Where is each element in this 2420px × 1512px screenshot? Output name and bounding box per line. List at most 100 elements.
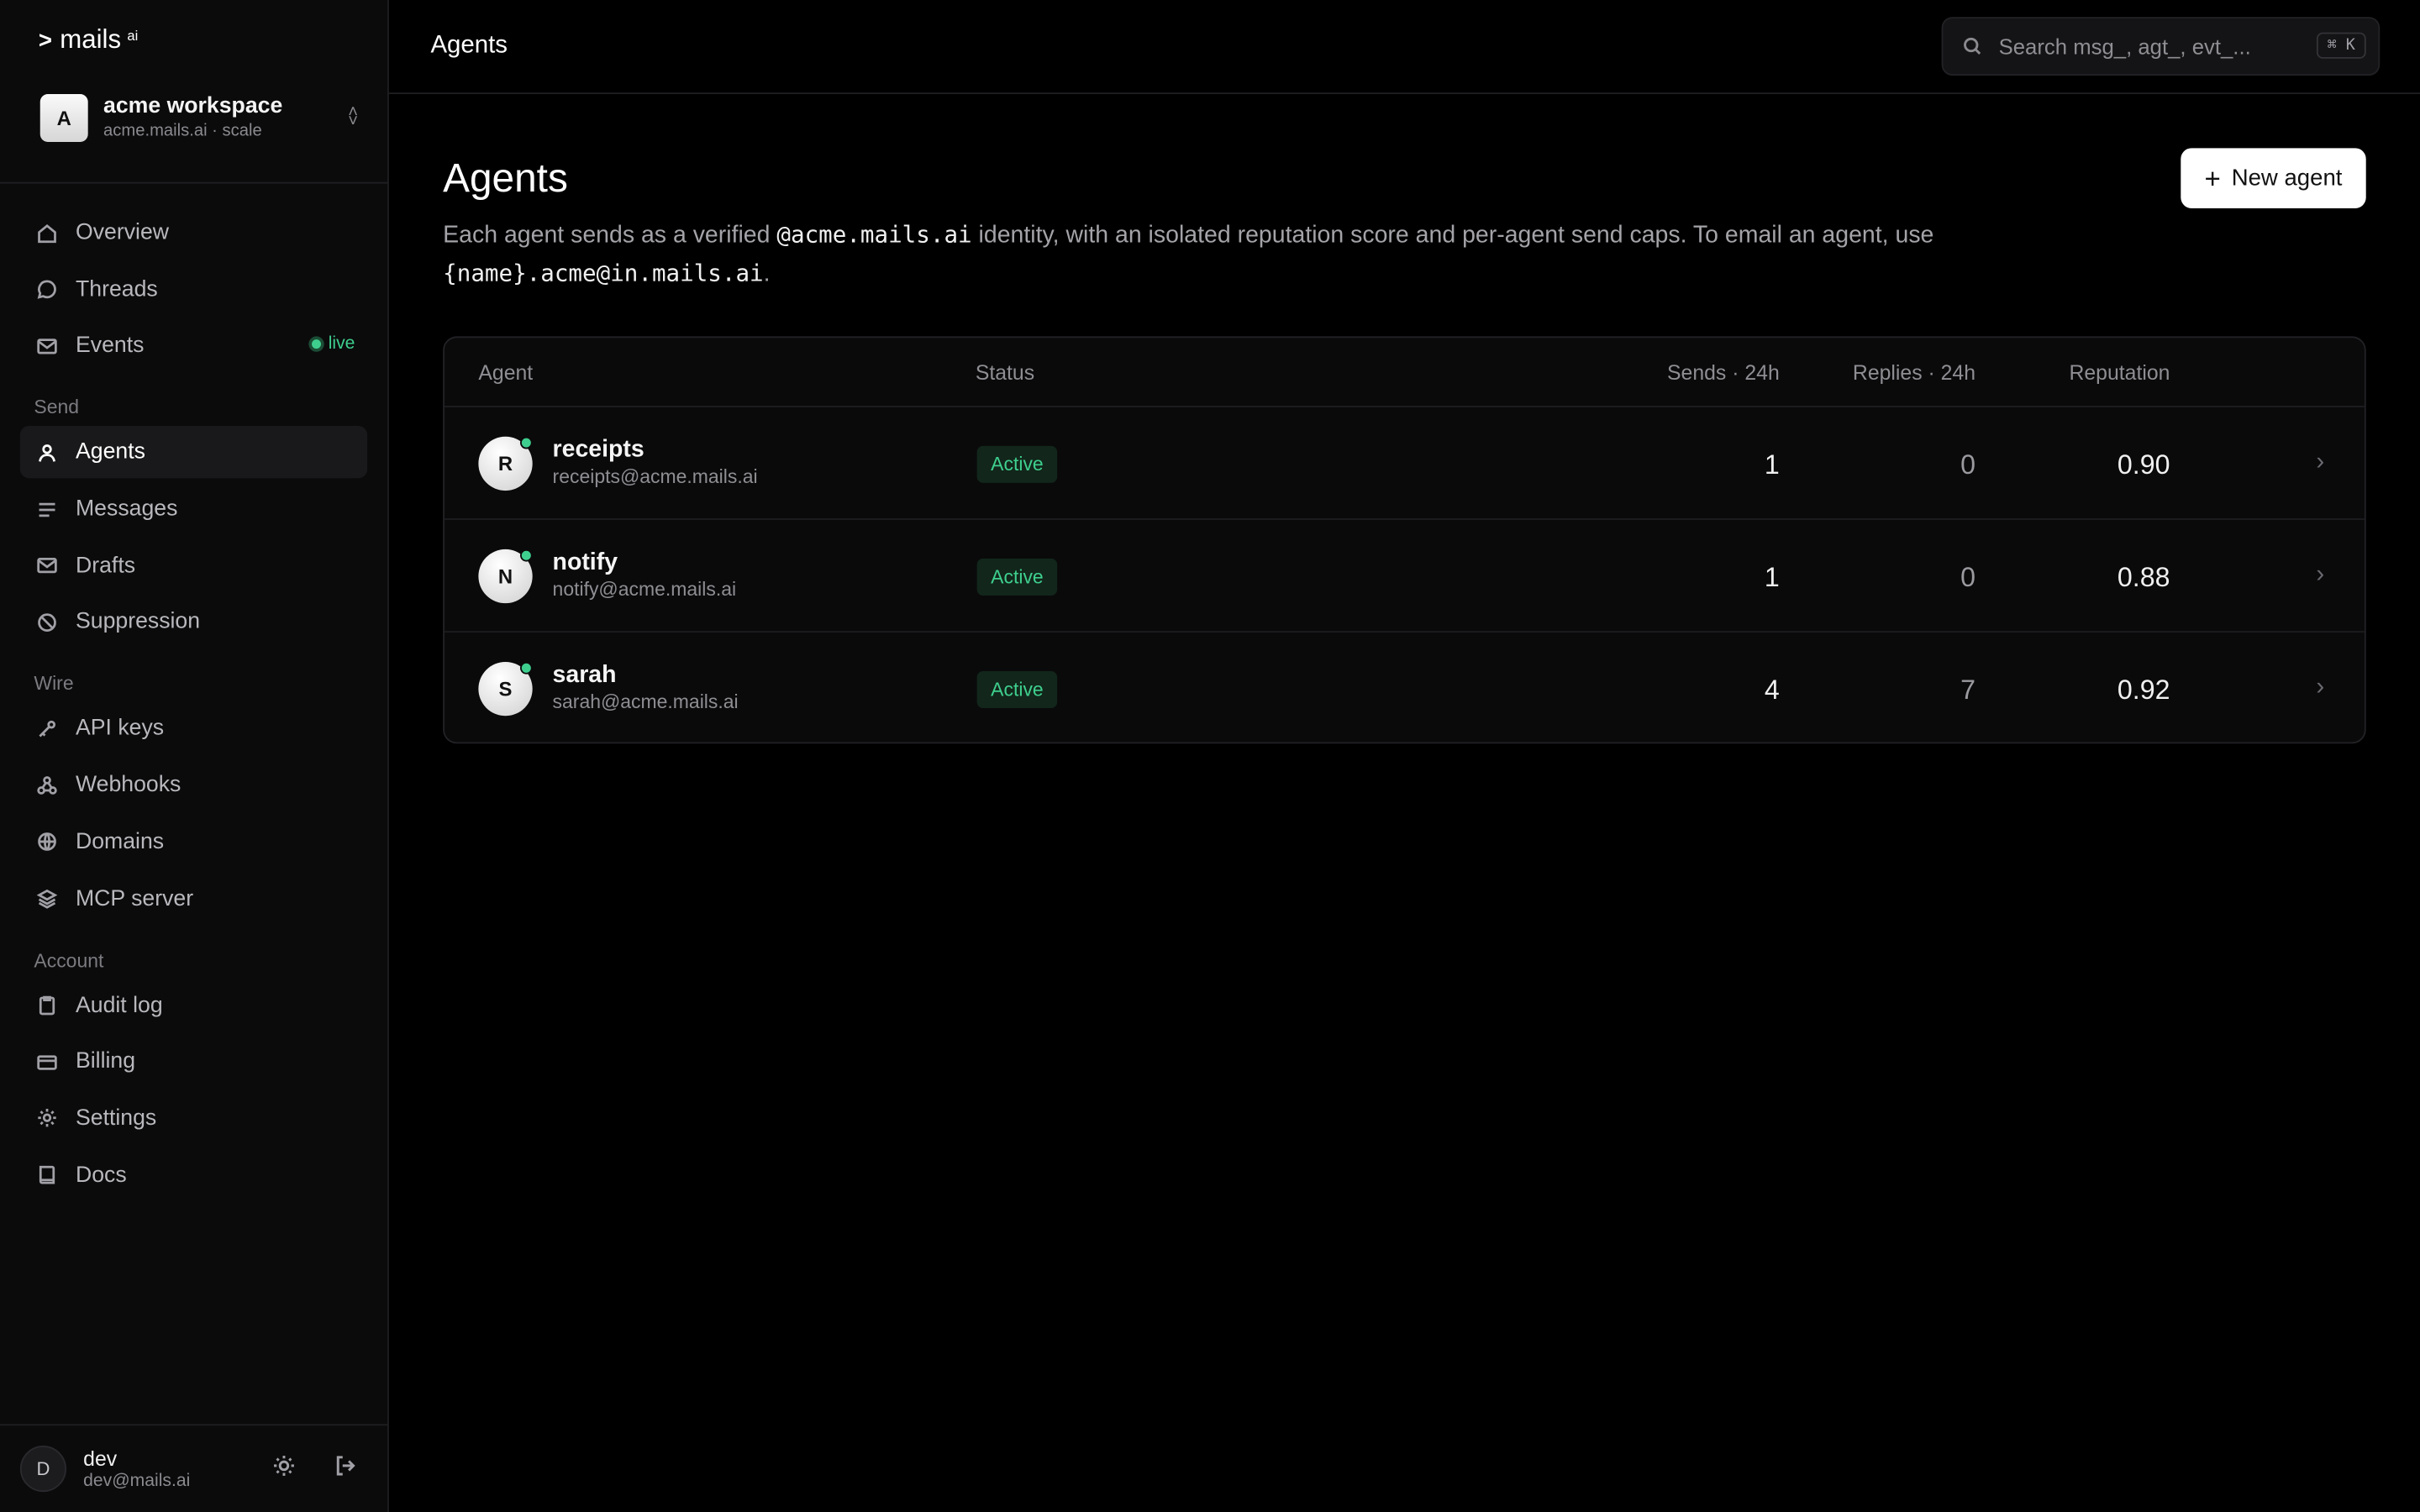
sidebar-item-label: Domains	[76, 829, 165, 855]
sidebar-item-label: Events	[76, 333, 145, 359]
table-row[interactable]: S sarah sarah@acme.mails.ai Active 4 7 0…	[445, 633, 2365, 742]
status-badge: Active	[976, 670, 1058, 709]
agent-email: sarah@acme.mails.ai	[552, 690, 739, 713]
user-name: dev	[83, 1446, 118, 1471]
sidebar-item-threads[interactable]: Threads	[20, 264, 367, 316]
sends-value: 1	[1764, 449, 1780, 480]
sidebar-item-messages[interactable]: Messages	[20, 483, 367, 535]
chat-bubble-icon	[34, 277, 58, 302]
agent-name: sarah	[552, 661, 617, 689]
agent-avatar: R	[478, 436, 533, 491]
credit-card-icon	[34, 1049, 58, 1074]
chevron-right-icon: ›	[2316, 449, 2325, 475]
agent-avatar: S	[478, 661, 533, 717]
mail-icon	[34, 333, 58, 358]
col-sends: Sends · 24h	[1667, 360, 1780, 385]
desc-text-2: identity, with an isolated reputation sc…	[971, 222, 1934, 249]
online-dot-icon	[519, 436, 533, 449]
desc-text-1: Each agent sends as a verified	[443, 222, 777, 249]
desc-code-address: {name}.acme@in.mails.ai	[443, 259, 764, 287]
sends-value: 1	[1764, 561, 1780, 593]
workspace-switcher[interactable]: A acme workspace acme.mails.ai · scale ˄…	[39, 90, 359, 145]
sidebar-item-webhooks[interactable]: Webhooks	[20, 759, 367, 811]
live-label: live	[328, 335, 355, 354]
sidebar-item-label: Drafts	[76, 553, 136, 579]
lines-icon	[34, 497, 58, 522]
reputation-value: 0.88	[2117, 561, 2170, 593]
col-reputation: Reputation	[2069, 360, 2170, 385]
user-icon	[34, 440, 58, 465]
mails-logo[interactable]: > mails ai	[39, 24, 138, 55]
search-icon	[1964, 37, 1981, 55]
logout-icon[interactable]	[334, 1452, 358, 1485]
plus-icon: +	[2204, 162, 2221, 194]
col-agent: Agent	[478, 360, 534, 385]
status-badge: Active	[976, 558, 1058, 596]
replies-value: 7	[1960, 674, 1976, 706]
desc-code-domain: @acme.mails.ai	[776, 220, 972, 249]
table-row[interactable]: R receipts receipts@acme.mails.ai Active…	[444, 407, 2365, 520]
agent-initial: R	[497, 452, 513, 475]
sidebar-item-domains[interactable]: Domains	[20, 816, 367, 868]
section-account: Account	[34, 949, 104, 972]
sidebar-item-billing[interactable]: Billing	[20, 1036, 367, 1088]
topbar-title: Agents	[430, 32, 508, 59]
table-row[interactable]: N notify notify@acme.mails.ai Active 1 0…	[444, 520, 2365, 633]
search-placeholder: Search msg_, agt_, evt_...	[1998, 34, 2251, 59]
sidebar-item-events[interactable]: Events live	[20, 320, 367, 372]
sidebar-item-label: Billing	[76, 1049, 136, 1074]
agent-initial: N	[497, 564, 513, 588]
user-avatar[interactable]: D	[19, 1446, 66, 1493]
sidebar-item-api-keys[interactable]: API keys	[20, 703, 367, 755]
page-title: Agents	[443, 154, 568, 201]
new-agent-label: New agent	[2231, 165, 2343, 192]
sidebar-item-docs[interactable]: Docs	[20, 1149, 367, 1201]
sidebar-item-label: Audit log	[76, 992, 163, 1018]
sidebar-item-overview[interactable]: Overview	[20, 207, 367, 259]
workspace-avatar: A	[39, 93, 88, 142]
agent-email: notify@acme.mails.ai	[552, 578, 737, 601]
sidebar-item-label: Settings	[76, 1105, 157, 1131]
sidebar-item-label: API keys	[76, 717, 165, 742]
replies-value: 0	[1960, 561, 1976, 593]
sidebar-item-drafts[interactable]: Drafts	[20, 539, 367, 591]
reputation-value: 0.92	[2117, 674, 2170, 706]
online-dot-icon	[519, 549, 533, 562]
sidebar-item-label: Agents	[76, 440, 145, 465]
page-description: Each agent sends as a verified @acme.mai…	[443, 216, 2002, 293]
sidebar-item-settings[interactable]: Settings	[20, 1092, 367, 1144]
sidebar-item-audit-log[interactable]: Audit log	[20, 979, 367, 1031]
globe-icon	[34, 830, 58, 854]
agent-email: receipts@acme.mails.ai	[552, 465, 758, 488]
sidebar-item-label: Webhooks	[76, 773, 182, 798]
new-agent-button[interactable]: + New agent	[2181, 148, 2366, 208]
gear-icon	[34, 1106, 58, 1131]
status-badge: Active	[976, 445, 1058, 483]
sidebar-item-agents[interactable]: Agents	[19, 426, 368, 480]
chevron-right-icon: ›	[2316, 674, 2325, 701]
live-badge: live	[308, 335, 355, 354]
main-content: Agents Search msg_, agt_, evt_... ⌘ K Ag…	[388, 0, 2420, 1512]
chevron-up-down-icon: ˄ ˅	[348, 103, 359, 132]
col-status: Status	[975, 360, 1035, 385]
search-input[interactable]: Search msg_, agt_, evt_... ⌘ K	[1941, 17, 2381, 76]
agent-name: notify	[552, 549, 618, 576]
online-dot-icon	[519, 661, 533, 675]
sidebar-item-label: Messages	[76, 496, 178, 522]
workspace-subtitle: acme.mails.ai · scale	[103, 122, 262, 141]
user-email: dev@mails.ai	[83, 1472, 191, 1491]
sidebar-nav: Overview Threads Events live Send Agents…	[19, 207, 368, 1205]
live-dot-icon	[308, 337, 324, 353]
layers-icon	[34, 886, 58, 911]
sidebar-item-label: Docs	[76, 1163, 127, 1188]
theme-toggle-sun-icon[interactable]	[271, 1452, 296, 1485]
topbar: Agents Search msg_, agt_, evt_... ⌘ K	[388, 0, 2420, 95]
sidebar-item-label: MCP server	[76, 886, 194, 911]
logo-text: mails	[60, 24, 122, 55]
sidebar-item-mcp-server[interactable]: MCP server	[20, 873, 367, 925]
sidebar-item-suppression[interactable]: Suppression	[20, 596, 367, 648]
agent-initial: S	[498, 677, 513, 701]
reputation-value: 0.90	[2117, 449, 2170, 480]
sends-value: 4	[1764, 674, 1780, 706]
logo-chevron-icon: >	[38, 27, 53, 54]
